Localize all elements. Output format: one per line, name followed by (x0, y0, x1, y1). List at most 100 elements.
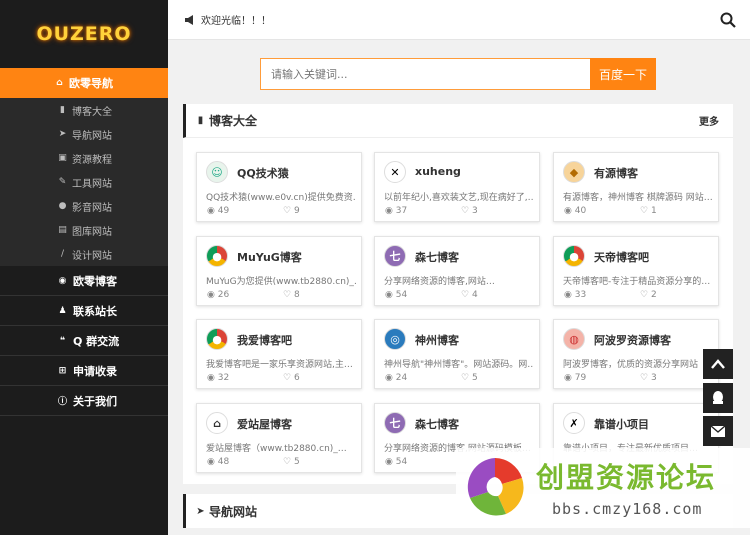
views-count: ◉ 54 (385, 290, 407, 300)
likes-value: 5 (471, 373, 478, 383)
blog-card[interactable]: ◍ 阿波罗资源博客 阿波罗博客，优质的资源分享网站 ◉ 79 ♡ 3 (553, 319, 719, 389)
chevron-up-icon (711, 359, 725, 369)
heart-icon: ♡ (640, 290, 649, 300)
qq-icon (713, 391, 723, 404)
comments-icon: ❝ (59, 335, 66, 346)
watermark: 创盟资源论坛 bbs.cmzy168.com (456, 448, 750, 528)
sidebar-item-ouling-blog[interactable]: ◉ 欧零博客 (0, 266, 168, 296)
sidebar-item-label: 联系站长 (73, 304, 117, 318)
blog-desc: 天帝博客吧-专注于精品资源分享的… (563, 277, 711, 287)
eye-icon: ◉ (385, 457, 393, 467)
heart-icon: ♡ (283, 457, 292, 467)
blog-desc: 以前年纪小,喜欢装文艺,现在病好了,… (384, 193, 534, 203)
blog-card[interactable]: ● 天帝博客吧 天帝博客吧-专注于精品资源分享的… ◉ 33 ♡ 2 (553, 236, 719, 306)
views-count: ◉ 49 (207, 206, 229, 216)
likes-count: ♡ 5 (283, 457, 300, 467)
eye-icon: ◉ (207, 457, 215, 467)
likes-value: 2 (650, 290, 657, 300)
shenzhou-icon: ◎ (384, 328, 406, 350)
blog-name: 爱站屋博客 (237, 418, 292, 431)
likes-value: 9 (293, 206, 300, 216)
watermark-logo-icon (467, 458, 524, 516)
sidebar-item-apply[interactable]: ⊞ 申请收录 (0, 356, 168, 386)
blog-name: 森七博客 (415, 418, 459, 431)
sidebar-item-label: Q 群交流 (73, 334, 120, 348)
book-icon: ▮ (197, 115, 204, 126)
email-button[interactable] (703, 416, 733, 446)
views-value: 48 (217, 457, 230, 467)
sidebar-subitem-design[interactable]: / 设计网站 (0, 242, 168, 266)
blog-card[interactable]: ☺ QQ技术猿 QQ技术猿(www.e0v.cn)提供免费资… ◉ 49 ♡ 9 (196, 152, 362, 222)
eye-icon: ◉ (564, 373, 572, 383)
sidebar-item-ouling-nav[interactable]: ⌂ 欧零导航 (0, 68, 168, 98)
views-count: ◉ 48 (207, 457, 229, 467)
welcome-text: 欢迎光临！！！ (201, 16, 271, 27)
blog-card[interactable]: ⌂ 爱站屋博客 爱站屋博客（www.tb2880.cn)_… ◉ 48 ♡ 5 (196, 403, 362, 473)
more-link[interactable]: 更多 (699, 113, 719, 128)
sidebar-item-about[interactable]: ⓘ 关于我们 (0, 386, 168, 416)
play-circle-icon: ● (58, 201, 67, 211)
blog-card[interactable]: ◆ 有源博客 有源博客，神州博客 棋牌源码 网站… ◉ 40 ♡ 1 (553, 152, 719, 222)
likes-value: 8 (293, 290, 300, 300)
sidebar-subitem-images[interactable]: ▤ 图库网站 (0, 218, 168, 242)
sidebar: OUZERO ⌂ 欧零导航 ▮ 博客大全 ➤ 导航网站 ▣ 资源教程 ✎ 工具网站 ● 影… (0, 0, 168, 535)
blog-card[interactable]: ✕ xuheng 以前年纪小,喜欢装文艺,现在病好了,… ◉ 37 ♡ 3 (374, 152, 540, 222)
eye-icon: ◉ (385, 290, 393, 300)
heart-icon: ♡ (640, 206, 649, 216)
blog-name: 森七博客 (415, 251, 459, 264)
sidebar-subitem-nav-sites[interactable]: ➤ 导航网站 (0, 122, 168, 146)
site-logo[interactable]: OUZERO (0, 0, 168, 68)
blog-card[interactable]: ● MuYuG博客 MuYuG为您提供(www.tb2880.cn)_… ◉ 26 ♡ … (196, 236, 362, 306)
sidebar-item-label: 关于我们 (73, 394, 117, 408)
search-icon[interactable] (720, 12, 736, 28)
blog-desc: QQ技术猿(www.e0v.cn)提供免费资… (206, 193, 356, 203)
search-input[interactable] (260, 58, 590, 90)
eye-icon: ◉ (564, 290, 572, 300)
blog-card[interactable]: 七森七博客 分享网络资源的博客,网站… ◉ 54 ♡ 4 (374, 236, 540, 306)
sidebar-item-contact[interactable]: ♟ 联系站长 (0, 296, 168, 326)
qq-contact-button[interactable] (703, 383, 733, 413)
likes-count: ♡ 1 (640, 206, 657, 216)
heart-icon: ♡ (283, 206, 292, 216)
subitem-label: 博客大全 (72, 106, 112, 118)
blog-name: xuheng (415, 165, 461, 178)
views-value: 33 (574, 290, 587, 300)
envelope-icon (711, 425, 725, 437)
search-button[interactable]: 百度一下 (590, 58, 656, 90)
senqi-icon: 七 (384, 412, 406, 434)
sidebar-subitem-resources[interactable]: ▣ 资源教程 (0, 146, 168, 170)
blog-name: 阿波罗资源博客 (594, 334, 671, 347)
sidebar-item-label: 申请收录 (73, 364, 117, 378)
views-count: ◉ 24 (385, 373, 407, 383)
eye-icon: ◉ (564, 206, 572, 216)
blog-desc: 阿波罗博客，优质的资源分享网站 (563, 360, 699, 370)
apollo-icon: ◍ (563, 328, 585, 350)
send-icon: ➤ (58, 129, 67, 139)
plus-square-icon: ⊞ (58, 365, 67, 376)
top-bar: 欢迎光临！！！ (168, 0, 750, 40)
likes-count: ♡ 3 (461, 206, 478, 216)
sidebar-subitem-tools[interactable]: ✎ 工具网站 (0, 170, 168, 194)
wrench-icon: ✎ (58, 177, 67, 187)
blog-name: 神州博客 (415, 334, 459, 347)
sidebar-item-qq-group[interactable]: ❝ Q 群交流 (0, 326, 168, 356)
blog-name: 靠谱小项目 (594, 418, 649, 431)
subitem-label: 设计网站 (72, 250, 112, 262)
subitem-label: 资源教程 (72, 154, 112, 166)
blog-name: MuYuG博客 (237, 251, 302, 264)
sidebar-item-label: 欧零导航 (69, 77, 113, 90)
blog-name: 天帝博客吧 (594, 251, 649, 264)
sidebar-subitem-media[interactable]: ● 影音网站 (0, 194, 168, 218)
chrome-icon: ● (206, 328, 228, 350)
sidebar-subitem-blogs[interactable]: ▮ 博客大全 (0, 98, 168, 122)
qq-icon: ♟ (58, 305, 67, 316)
blog-card[interactable]: ● 我爱博客吧 我爱博客吧是一家乐享资源网站,主… ◉ 32 ♡ 6 (196, 319, 362, 389)
xuheng-icon: ✕ (384, 161, 406, 183)
blog-desc: 分享网络资源的博客,网站… (384, 277, 495, 287)
sidebar-subnav: ▮ 博客大全 ➤ 导航网站 ▣ 资源教程 ✎ 工具网站 ● 影音网站 ▤ 图库网站 / 设计网… (0, 98, 168, 266)
watermark-url: bbs.cmzy168.com (552, 500, 703, 518)
blog-card[interactable]: ◎ 神州博客 神州导航"神州博客"。网站源码。网… ◉ 24 ♡ 5 (374, 319, 540, 389)
views-value: 32 (217, 373, 230, 383)
back-to-top-button[interactable] (703, 349, 733, 379)
blog-desc: 神州导航"神州博客"。网站源码。网… (384, 360, 534, 370)
